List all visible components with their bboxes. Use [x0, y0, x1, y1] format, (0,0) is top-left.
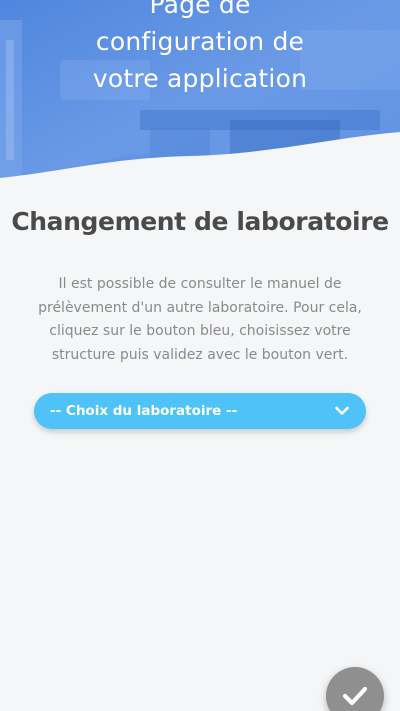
checkmark-icon: [342, 686, 368, 706]
instructions-text: Il est possible de consulter le manuel d…: [38, 276, 362, 363]
validate-button[interactable]: [326, 667, 384, 711]
lab-select-label: -- Choix du laboratoire --: [50, 403, 238, 419]
hero-banner: Page de configuration de votre applicati…: [0, 0, 400, 200]
hero-title: Page de configuration de votre applicati…: [0, 0, 400, 97]
page: Page de configuration de votre applicati…: [0, 0, 400, 711]
hero-title-line: Page de: [149, 0, 251, 19]
chevron-down-icon: [334, 403, 350, 419]
hero-title-line: votre application: [92, 64, 308, 93]
page-heading: Changement de laboratoire: [11, 207, 389, 236]
hero-title-line: configuration de: [95, 27, 305, 56]
lab-select-dropdown[interactable]: -- Choix du laboratoire --: [34, 393, 366, 429]
